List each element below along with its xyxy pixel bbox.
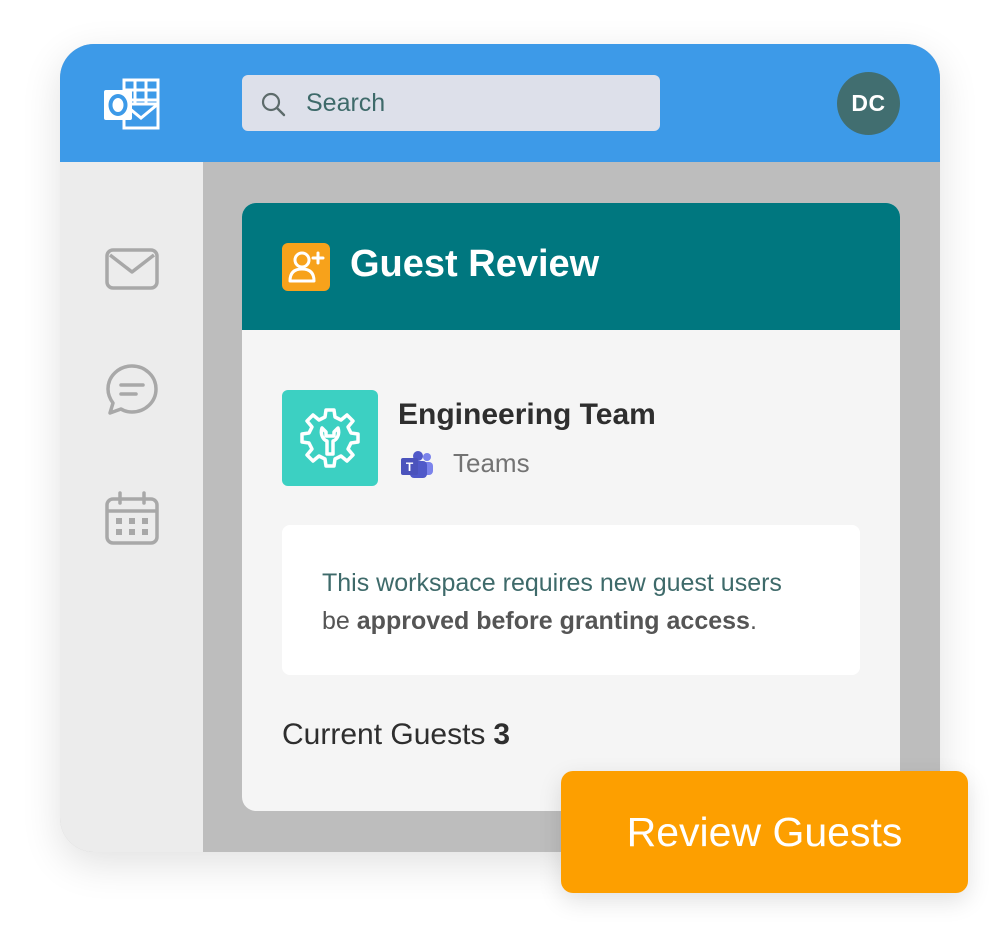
teams-icon: T [401, 451, 433, 478]
notice-emphasis: approved before granting access [356, 607, 750, 635]
add-user-icon [282, 243, 330, 291]
review-guests-button[interactable]: Review Guests [561, 771, 968, 893]
avatar[interactable]: DC [837, 72, 900, 135]
guest-review-card: Guest Review Engineering Team T Teams Th… [242, 203, 900, 811]
search-input[interactable]: Search [242, 75, 660, 131]
top-bar: Search DC [60, 44, 940, 162]
platform-label: Teams [453, 448, 530, 478]
guests-label: Current Guests [282, 718, 486, 751]
notice-box: This workspace requires new guest users … [282, 525, 860, 675]
gear-wrench-icon [282, 390, 378, 486]
guests-count: 3 [493, 718, 511, 751]
search-icon [261, 92, 286, 117]
card-header: Guest Review [242, 203, 900, 330]
notice-text-line2: be approved before granting access. [322, 607, 757, 636]
notice-prefix: be [322, 607, 357, 635]
mail-icon[interactable] [104, 241, 160, 297]
notice-text-line1: This workspace requires new guest users [322, 569, 782, 597]
sidebar [60, 162, 203, 852]
calendar-icon[interactable] [104, 490, 160, 546]
notice-suffix: . [749, 607, 757, 635]
search-placeholder: Search [306, 89, 386, 117]
card-title: Guest Review [350, 243, 600, 285]
current-guests: Current Guests 3 [282, 718, 510, 752]
outlook-icon[interactable] [102, 78, 160, 130]
app-window: Search DC Guest Review Engineering Team … [60, 44, 940, 852]
chat-icon[interactable] [104, 362, 160, 418]
team-name: Engineering Team [398, 398, 656, 431]
svg-text:T: T [406, 460, 414, 474]
